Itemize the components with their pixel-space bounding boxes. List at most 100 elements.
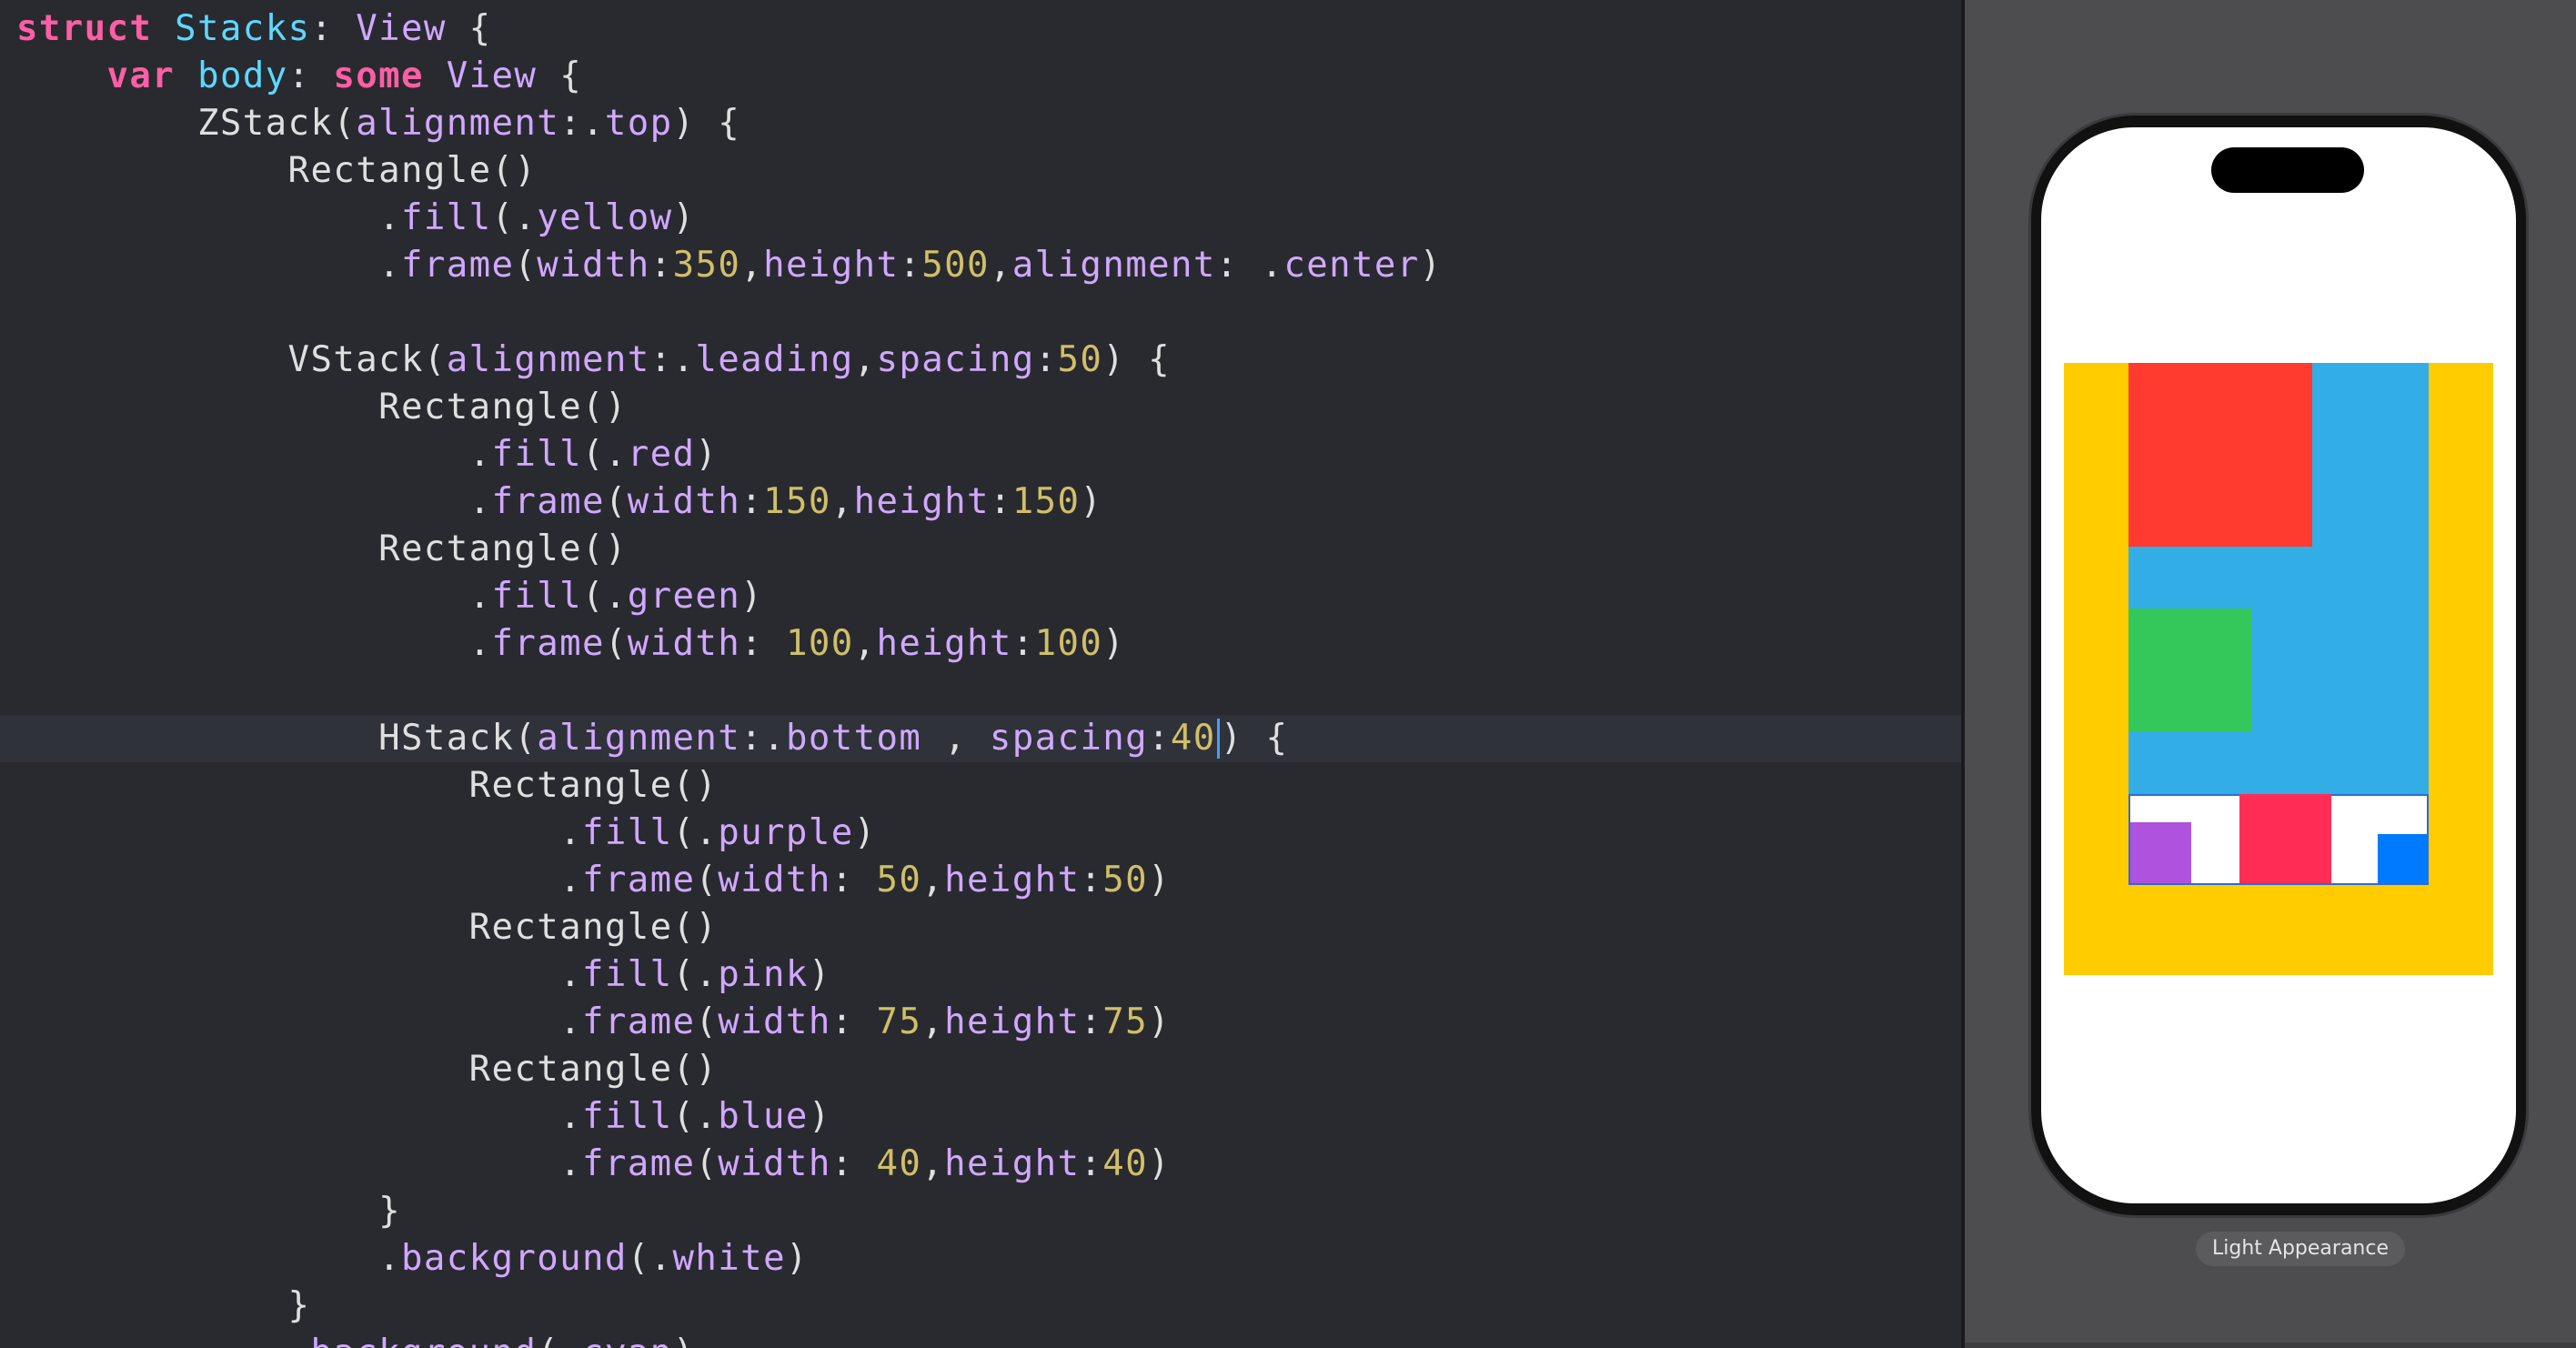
code-line[interactable]: } (16, 1283, 1443, 1330)
code-token: width (627, 481, 741, 522)
code-token: ) (853, 812, 877, 853)
code-line[interactable]: .fill(.blue) (16, 1093, 1443, 1141)
code-token: cyan (582, 1333, 673, 1348)
code-token: . (16, 1096, 582, 1137)
code-token: red (627, 434, 696, 475)
code-token: { (446, 8, 492, 49)
code-token: , (921, 1143, 945, 1184)
code-line[interactable]: .frame(width: 100,height:100) (16, 620, 1443, 668)
code-token: :. (559, 103, 605, 144)
green-rectangle (2128, 609, 2251, 731)
code-token: width (537, 245, 650, 286)
code-text[interactable]: struct Stacks: View { var body: some Vie… (16, 5, 1443, 1348)
code-token: : (830, 1001, 877, 1042)
code-line[interactable]: struct Stacks: View { (16, 5, 1443, 53)
code-token: ) (1148, 1001, 1171, 1042)
text-cursor (1216, 719, 1220, 759)
code-token: (. (491, 197, 538, 238)
code-token: (. (582, 576, 628, 617)
code-token: 40 (1102, 1143, 1149, 1184)
code-line[interactable]: Rectangle() (16, 147, 1443, 195)
code-token: , (830, 481, 854, 522)
code-token: . (16, 1001, 582, 1042)
code-token: View (446, 55, 538, 96)
code-token: ) (672, 197, 696, 238)
code-token: height (944, 860, 1081, 900)
code-token: } (16, 1285, 311, 1326)
code-token: alignment (1011, 245, 1216, 286)
code-token: ) { (1220, 718, 1289, 759)
code-line[interactable]: .frame(width:350,height:500,alignment: .… (16, 242, 1443, 289)
code-line[interactable]: .fill(.yellow) (16, 195, 1443, 242)
code-token: leading (695, 339, 854, 380)
code-line[interactable]: Rectangle() (16, 384, 1443, 431)
code-token: ) (1080, 481, 1103, 522)
code-token: 100 (1034, 623, 1103, 664)
code-token: some (333, 55, 424, 96)
code-token: frame (582, 1143, 696, 1184)
blue-rectangle (2378, 834, 2427, 883)
code-line[interactable]: Rectangle() (16, 1046, 1443, 1093)
code-line[interactable]: Rectangle() (16, 762, 1443, 810)
code-token: body (197, 55, 288, 96)
code-token: (. (627, 1238, 673, 1279)
appearance-label[interactable]: Light Appearance (2196, 1232, 2405, 1266)
code-token: alignment (446, 339, 650, 380)
code-token: fill (491, 576, 583, 617)
code-token: : (1080, 1001, 1103, 1042)
code-line[interactable] (16, 289, 1443, 337)
code-token: fill (400, 197, 492, 238)
code-token: ) (808, 1096, 831, 1137)
code-line[interactable]: .frame(width: 40,height:40) (16, 1141, 1443, 1188)
code-token: frame (491, 623, 605, 664)
code-line[interactable]: .background(.cyan) (16, 1330, 1443, 1348)
code-line[interactable]: .fill(.red) (16, 431, 1443, 478)
code-token: alignment (356, 103, 560, 144)
code-line[interactable]: var body: some View { (16, 53, 1443, 100)
code-line[interactable]: .frame(width:150,height:150) (16, 478, 1443, 526)
code-token: 40 (876, 1143, 922, 1184)
code-token: HStack( (16, 718, 538, 759)
code-line[interactable]: } (16, 1188, 1443, 1235)
code-token: frame (582, 860, 696, 900)
code-token: green (627, 576, 741, 617)
code-line[interactable]: .frame(width: 50,height:50) (16, 857, 1443, 904)
code-line[interactable]: Rectangle() (16, 904, 1443, 951)
canvas-preview: Light Appearance (1965, 0, 2576, 1348)
code-token: : (830, 1143, 877, 1184)
code-line[interactable]: .fill(.purple) (16, 810, 1443, 857)
code-token: , (853, 623, 877, 664)
code-token: . (16, 434, 492, 475)
code-line[interactable]: .fill(.green) (16, 573, 1443, 620)
code-line[interactable]: .frame(width: 75,height:75) (16, 999, 1443, 1046)
code-token: (. (582, 434, 628, 475)
code-token: ( (514, 245, 538, 286)
code-token: white (672, 1238, 786, 1279)
code-line[interactable]: Rectangle() (16, 526, 1443, 573)
code-line[interactable] (16, 668, 1443, 715)
code-token: height (944, 1143, 1081, 1184)
code-token: :. (649, 339, 696, 380)
code-line[interactable]: HStack(alignment:.bottom , spacing:40) { (16, 715, 1443, 762)
code-token: height (853, 481, 990, 522)
code-token: 350 (672, 245, 741, 286)
code-token: ) (1148, 1143, 1171, 1184)
code-token: alignment (537, 718, 741, 759)
code-line[interactable]: VStack(alignment:.leading,spacing:50) { (16, 337, 1443, 384)
code-line[interactable]: ZStack(alignment:.top) { (16, 100, 1443, 147)
code-line[interactable]: .fill(.pink) (16, 951, 1443, 999)
code-token: , (740, 245, 764, 286)
code-token: background (310, 1333, 537, 1348)
code-token: 150 (1011, 481, 1081, 522)
code-editor[interactable]: struct Stacks: View { var body: some Vie… (0, 0, 1961, 1348)
code-token: , (853, 339, 877, 380)
code-token: 50 (1102, 860, 1149, 900)
code-token: 100 (785, 623, 854, 664)
code-token: yellow (537, 197, 673, 238)
code-line[interactable]: .background(.white) (16, 1235, 1443, 1283)
code-token: width (718, 860, 831, 900)
code-token: VStack( (16, 339, 447, 380)
code-token: : (649, 245, 673, 286)
